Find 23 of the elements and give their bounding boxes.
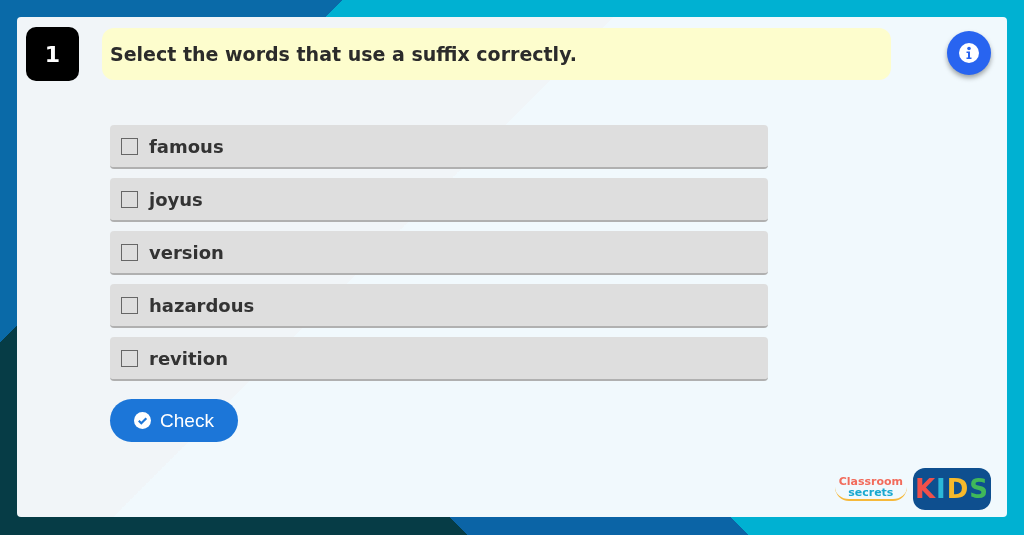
option-label: joyus <box>149 188 203 210</box>
option-label: version <box>149 241 224 263</box>
option-label: hazardous <box>149 294 255 316</box>
option-label: revition <box>149 347 228 369</box>
check-button[interactable]: Check <box>110 399 238 442</box>
answer-option[interactable]: version <box>110 231 768 275</box>
answer-option[interactable]: hazardous <box>110 284 768 328</box>
answer-option[interactable]: joyus <box>110 178 768 222</box>
check-icon <box>134 412 152 429</box>
checkbox[interactable] <box>121 349 138 367</box>
checkbox[interactable] <box>121 190 138 208</box>
option-label: famous <box>149 135 224 157</box>
info-button[interactable] <box>947 31 991 75</box>
logo-wordmark: Classroom secrets <box>834 477 907 501</box>
logo-badge: KIDS <box>913 468 991 510</box>
checkbox[interactable] <box>121 296 138 314</box>
question-number: 1 <box>26 27 79 81</box>
info-icon <box>958 42 980 64</box>
checkbox[interactable] <box>121 243 138 261</box>
question-text: Select the words that use a suffix correctly. <box>102 28 891 80</box>
answer-option[interactable]: famous <box>110 125 768 169</box>
checkbox[interactable] <box>121 137 138 155</box>
answer-option[interactable]: revition <box>110 337 768 381</box>
